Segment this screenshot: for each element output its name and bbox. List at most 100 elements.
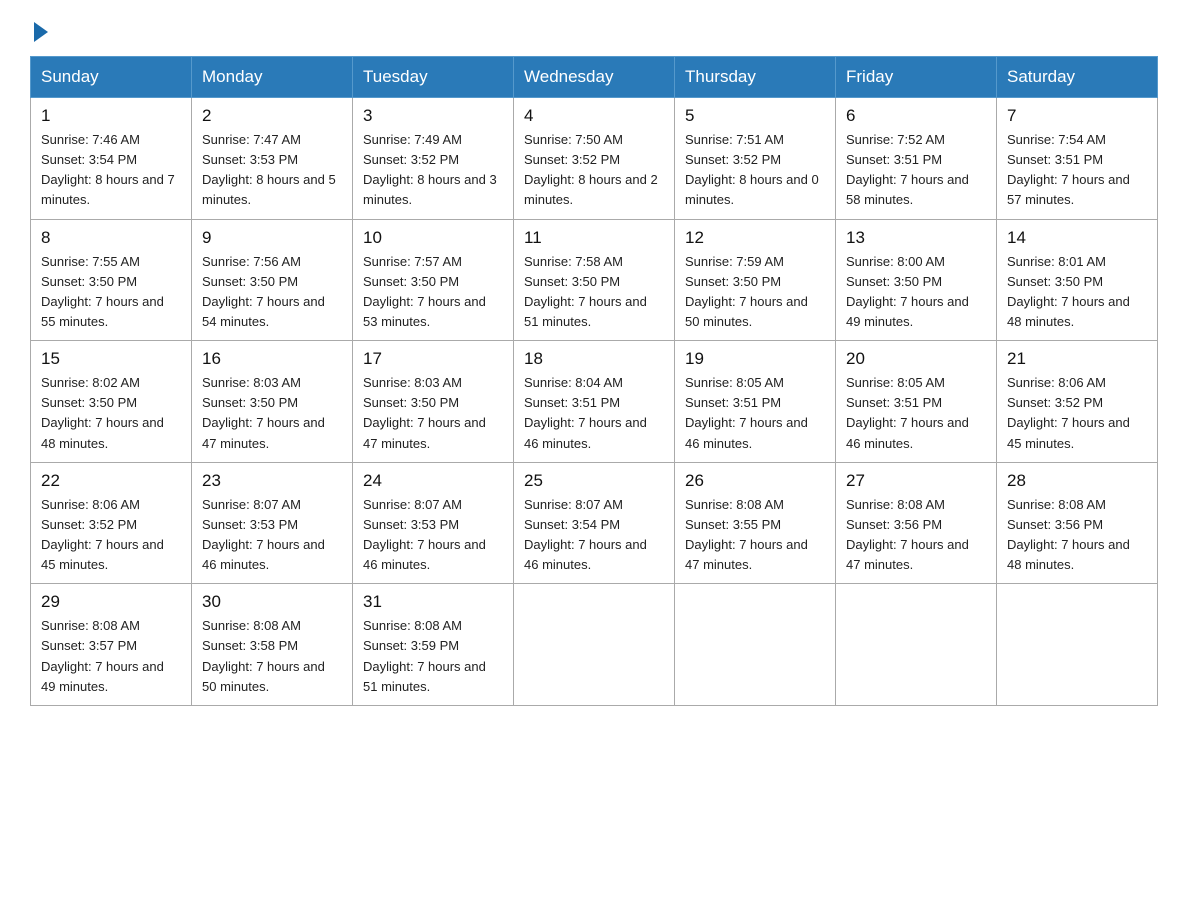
calendar-cell: 24 Sunrise: 8:07 AMSunset: 3:53 PMDaylig… <box>353 462 514 584</box>
day-number: 20 <box>846 349 986 369</box>
day-info: Sunrise: 8:06 AMSunset: 3:52 PMDaylight:… <box>41 495 181 576</box>
day-info: Sunrise: 7:55 AMSunset: 3:50 PMDaylight:… <box>41 252 181 333</box>
calendar-day-header: Sunday <box>31 57 192 98</box>
day-number: 22 <box>41 471 181 491</box>
calendar-cell: 12 Sunrise: 7:59 AMSunset: 3:50 PMDaylig… <box>675 219 836 341</box>
calendar-day-header: Wednesday <box>514 57 675 98</box>
calendar-cell <box>514 584 675 706</box>
calendar-cell: 5 Sunrise: 7:51 AMSunset: 3:52 PMDayligh… <box>675 98 836 220</box>
day-number: 2 <box>202 106 342 126</box>
day-number: 1 <box>41 106 181 126</box>
day-info: Sunrise: 7:46 AMSunset: 3:54 PMDaylight:… <box>41 130 181 211</box>
day-info: Sunrise: 7:49 AMSunset: 3:52 PMDaylight:… <box>363 130 503 211</box>
day-info: Sunrise: 7:59 AMSunset: 3:50 PMDaylight:… <box>685 252 825 333</box>
day-number: 14 <box>1007 228 1147 248</box>
calendar-cell: 10 Sunrise: 7:57 AMSunset: 3:50 PMDaylig… <box>353 219 514 341</box>
logo-arrow-icon <box>34 22 48 42</box>
calendar-cell: 18 Sunrise: 8:04 AMSunset: 3:51 PMDaylig… <box>514 341 675 463</box>
calendar-cell <box>836 584 997 706</box>
day-number: 19 <box>685 349 825 369</box>
day-number: 13 <box>846 228 986 248</box>
day-info: Sunrise: 8:08 AMSunset: 3:57 PMDaylight:… <box>41 616 181 697</box>
calendar-week-row: 22 Sunrise: 8:06 AMSunset: 3:52 PMDaylig… <box>31 462 1158 584</box>
day-number: 29 <box>41 592 181 612</box>
day-number: 4 <box>524 106 664 126</box>
calendar-week-row: 29 Sunrise: 8:08 AMSunset: 3:57 PMDaylig… <box>31 584 1158 706</box>
day-info: Sunrise: 7:56 AMSunset: 3:50 PMDaylight:… <box>202 252 342 333</box>
logo <box>30 20 48 38</box>
day-info: Sunrise: 8:02 AMSunset: 3:50 PMDaylight:… <box>41 373 181 454</box>
day-info: Sunrise: 8:08 AMSunset: 3:58 PMDaylight:… <box>202 616 342 697</box>
day-number: 28 <box>1007 471 1147 491</box>
day-number: 8 <box>41 228 181 248</box>
calendar-day-header: Tuesday <box>353 57 514 98</box>
calendar-cell <box>997 584 1158 706</box>
calendar-cell: 9 Sunrise: 7:56 AMSunset: 3:50 PMDayligh… <box>192 219 353 341</box>
day-number: 30 <box>202 592 342 612</box>
day-info: Sunrise: 8:08 AMSunset: 3:56 PMDaylight:… <box>846 495 986 576</box>
day-info: Sunrise: 8:07 AMSunset: 3:53 PMDaylight:… <box>363 495 503 576</box>
calendar-cell: 16 Sunrise: 8:03 AMSunset: 3:50 PMDaylig… <box>192 341 353 463</box>
day-info: Sunrise: 7:58 AMSunset: 3:50 PMDaylight:… <box>524 252 664 333</box>
calendar-day-header: Thursday <box>675 57 836 98</box>
day-info: Sunrise: 8:03 AMSunset: 3:50 PMDaylight:… <box>202 373 342 454</box>
calendar-cell: 25 Sunrise: 8:07 AMSunset: 3:54 PMDaylig… <box>514 462 675 584</box>
calendar-cell: 21 Sunrise: 8:06 AMSunset: 3:52 PMDaylig… <box>997 341 1158 463</box>
day-number: 23 <box>202 471 342 491</box>
day-number: 10 <box>363 228 503 248</box>
day-number: 7 <box>1007 106 1147 126</box>
day-number: 11 <box>524 228 664 248</box>
day-info: Sunrise: 8:06 AMSunset: 3:52 PMDaylight:… <box>1007 373 1147 454</box>
calendar-cell: 17 Sunrise: 8:03 AMSunset: 3:50 PMDaylig… <box>353 341 514 463</box>
calendar-cell <box>675 584 836 706</box>
day-number: 15 <box>41 349 181 369</box>
calendar-cell: 20 Sunrise: 8:05 AMSunset: 3:51 PMDaylig… <box>836 341 997 463</box>
calendar-week-row: 15 Sunrise: 8:02 AMSunset: 3:50 PMDaylig… <box>31 341 1158 463</box>
day-info: Sunrise: 8:03 AMSunset: 3:50 PMDaylight:… <box>363 373 503 454</box>
calendar-cell: 15 Sunrise: 8:02 AMSunset: 3:50 PMDaylig… <box>31 341 192 463</box>
calendar-header-row: SundayMondayTuesdayWednesdayThursdayFrid… <box>31 57 1158 98</box>
calendar-cell: 13 Sunrise: 8:00 AMSunset: 3:50 PMDaylig… <box>836 219 997 341</box>
day-info: Sunrise: 7:54 AMSunset: 3:51 PMDaylight:… <box>1007 130 1147 211</box>
calendar-cell: 2 Sunrise: 7:47 AMSunset: 3:53 PMDayligh… <box>192 98 353 220</box>
day-number: 9 <box>202 228 342 248</box>
calendar-cell: 6 Sunrise: 7:52 AMSunset: 3:51 PMDayligh… <box>836 98 997 220</box>
calendar-week-row: 8 Sunrise: 7:55 AMSunset: 3:50 PMDayligh… <box>31 219 1158 341</box>
day-number: 24 <box>363 471 503 491</box>
calendar-cell: 7 Sunrise: 7:54 AMSunset: 3:51 PMDayligh… <box>997 98 1158 220</box>
day-number: 27 <box>846 471 986 491</box>
calendar-cell: 26 Sunrise: 8:08 AMSunset: 3:55 PMDaylig… <box>675 462 836 584</box>
calendar-week-row: 1 Sunrise: 7:46 AMSunset: 3:54 PMDayligh… <box>31 98 1158 220</box>
calendar-cell: 29 Sunrise: 8:08 AMSunset: 3:57 PMDaylig… <box>31 584 192 706</box>
day-number: 5 <box>685 106 825 126</box>
calendar-day-header: Friday <box>836 57 997 98</box>
day-number: 31 <box>363 592 503 612</box>
day-number: 12 <box>685 228 825 248</box>
day-info: Sunrise: 8:00 AMSunset: 3:50 PMDaylight:… <box>846 252 986 333</box>
day-number: 16 <box>202 349 342 369</box>
calendar-cell: 23 Sunrise: 8:07 AMSunset: 3:53 PMDaylig… <box>192 462 353 584</box>
calendar-cell: 27 Sunrise: 8:08 AMSunset: 3:56 PMDaylig… <box>836 462 997 584</box>
day-info: Sunrise: 7:52 AMSunset: 3:51 PMDaylight:… <box>846 130 986 211</box>
day-info: Sunrise: 7:57 AMSunset: 3:50 PMDaylight:… <box>363 252 503 333</box>
day-info: Sunrise: 7:50 AMSunset: 3:52 PMDaylight:… <box>524 130 664 211</box>
day-info: Sunrise: 8:07 AMSunset: 3:53 PMDaylight:… <box>202 495 342 576</box>
calendar-cell: 19 Sunrise: 8:05 AMSunset: 3:51 PMDaylig… <box>675 341 836 463</box>
day-info: Sunrise: 8:05 AMSunset: 3:51 PMDaylight:… <box>846 373 986 454</box>
calendar-day-header: Monday <box>192 57 353 98</box>
calendar-cell: 14 Sunrise: 8:01 AMSunset: 3:50 PMDaylig… <box>997 219 1158 341</box>
day-number: 26 <box>685 471 825 491</box>
day-number: 25 <box>524 471 664 491</box>
calendar-cell: 31 Sunrise: 8:08 AMSunset: 3:59 PMDaylig… <box>353 584 514 706</box>
day-info: Sunrise: 7:47 AMSunset: 3:53 PMDaylight:… <box>202 130 342 211</box>
day-info: Sunrise: 8:01 AMSunset: 3:50 PMDaylight:… <box>1007 252 1147 333</box>
day-number: 17 <box>363 349 503 369</box>
calendar-table: SundayMondayTuesdayWednesdayThursdayFrid… <box>30 56 1158 706</box>
page-header <box>30 20 1158 38</box>
calendar-cell: 22 Sunrise: 8:06 AMSunset: 3:52 PMDaylig… <box>31 462 192 584</box>
calendar-cell: 8 Sunrise: 7:55 AMSunset: 3:50 PMDayligh… <box>31 219 192 341</box>
calendar-day-header: Saturday <box>997 57 1158 98</box>
day-number: 3 <box>363 106 503 126</box>
day-number: 6 <box>846 106 986 126</box>
day-number: 18 <box>524 349 664 369</box>
